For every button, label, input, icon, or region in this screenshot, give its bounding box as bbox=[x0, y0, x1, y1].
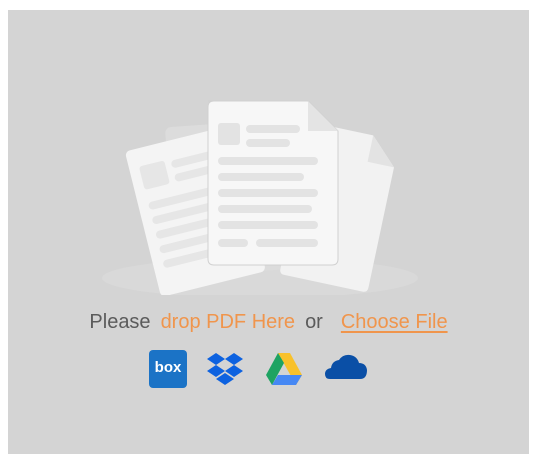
documents-illustration-icon bbox=[102, 100, 418, 295]
cloud-sources: box bbox=[148, 349, 368, 389]
or-label: or bbox=[305, 311, 323, 333]
onedrive-icon bbox=[325, 354, 367, 379]
onedrive-button[interactable] bbox=[324, 349, 367, 389]
file-drop-zone[interactable]: Please drop PDF Here or Choose File box bbox=[8, 10, 529, 454]
dropbox-icon bbox=[207, 353, 243, 385]
google-drive-button[interactable] bbox=[264, 349, 304, 389]
drop-instructions: Please drop PDF Here or Choose File bbox=[8, 309, 529, 335]
dropbox-button[interactable] bbox=[205, 349, 245, 389]
google-drive-icon bbox=[266, 353, 302, 385]
box-button[interactable]: box bbox=[148, 349, 188, 389]
drop-pdf-label: drop PDF Here bbox=[160, 311, 296, 333]
choose-file-link[interactable]: Choose File bbox=[341, 309, 448, 335]
box-icon-label: box bbox=[154, 359, 182, 376]
please-label: Please bbox=[89, 311, 151, 333]
